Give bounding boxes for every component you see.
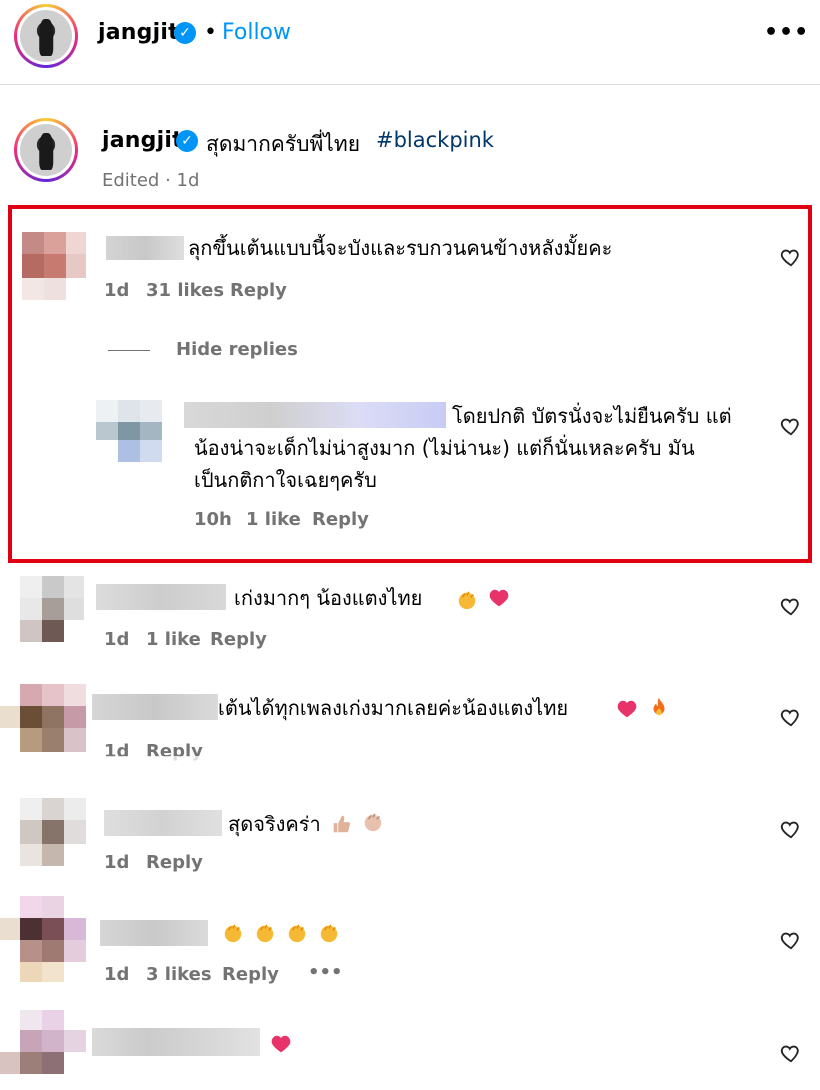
reply-name-blurred[interactable] (184, 402, 446, 428)
reply-button[interactable]: Reply (222, 964, 279, 985)
reply-text-line-3: เป็นกติกาใจเฉยๆครับ (194, 468, 377, 492)
comment-likes[interactable]: 31 likes (146, 280, 224, 301)
follow-button[interactable]: Follow (222, 20, 291, 45)
comment-text: ลุกขึ้นเต้นแบบนี้จะบังและรบกวนคนข้างหลัง… (188, 236, 613, 260)
comment-text: เต้นได้ทุกเพลงเก่งมากเลยค่ะน้องแตงไทย (218, 696, 569, 720)
comment-time: 1d (104, 964, 130, 985)
hide-replies-button[interactable]: Hide replies (176, 339, 298, 360)
like-heart-icon[interactable] (780, 1042, 802, 1064)
verified-icon: ✓ (176, 130, 198, 152)
blur-overlay (100, 756, 210, 778)
heart-emoji-icon (271, 1035, 291, 1053)
comment-avatar[interactable] (0, 1010, 90, 1090)
comment-avatar[interactable] (0, 896, 90, 982)
clapping-hands-icon (364, 813, 382, 832)
caption-username[interactable]: jangjit (102, 128, 183, 153)
comment-time: 1d (104, 629, 130, 650)
reply-button[interactable]: Reply (146, 852, 203, 873)
reply-button[interactable]: Reply (230, 280, 287, 301)
verified-icon: ✓ (174, 22, 196, 44)
comment-avatar[interactable] (20, 576, 84, 642)
comment-avatar[interactable] (0, 684, 86, 754)
commenter-name-blurred[interactable] (104, 810, 222, 836)
comment-time: 1d (104, 852, 130, 873)
like-heart-icon[interactable] (780, 595, 802, 617)
comment-avatar[interactable] (20, 798, 86, 868)
like-heart-icon[interactable] (780, 706, 802, 728)
commenter-name-blurred[interactable] (100, 920, 208, 946)
caption-text: สุดมากครับพี่ไทย (206, 132, 361, 156)
caption-hashtag[interactable]: #blackpink (376, 128, 494, 152)
heart-emoji-icon (489, 589, 509, 607)
reply-likes[interactable]: 1 like (246, 509, 301, 530)
commenter-name-blurred[interactable] (96, 584, 226, 610)
reply-avatar[interactable] (96, 400, 162, 464)
clapping-hands-icon (320, 924, 338, 943)
reply-text-line-2: น้องน่าจะเด็กไม่น่าสูงมาก (ไม่น่านะ) แต่… (194, 436, 695, 460)
commenter-name-blurred[interactable] (106, 236, 184, 260)
reply-text-line-1: โดยปกติ บัตรนั่งจะไม่ยืนครับ แต่ (452, 404, 732, 428)
heart-emoji-icon (617, 700, 637, 718)
clapping-hands-icon (288, 924, 306, 943)
comment-more-icon[interactable]: ••• (308, 962, 343, 983)
header-username[interactable]: jangjit (98, 20, 179, 45)
caption-avatar[interactable] (14, 118, 78, 182)
fire-icon (653, 697, 665, 716)
like-heart-icon[interactable] (780, 818, 802, 840)
comment-time: 1d (104, 280, 130, 301)
like-heart-icon[interactable] (780, 246, 802, 268)
comment-text: เก่งมากๆ น้องแตงไทย (234, 586, 423, 610)
reply-button[interactable]: Reply (312, 509, 369, 530)
reply-time: 10h (194, 509, 232, 530)
clapping-hands-icon (458, 591, 476, 610)
comment-avatar[interactable] (22, 232, 86, 300)
comment-likes[interactable]: 3 likes (146, 964, 212, 985)
commenter-name-blurred[interactable] (92, 694, 218, 720)
more-options-icon[interactable]: ••• (764, 20, 809, 45)
caption-meta: Edited · 1d (102, 170, 200, 191)
thumbs-up-icon (333, 815, 350, 833)
hide-replies-line (108, 350, 150, 351)
clapping-hands-icon (224, 924, 242, 943)
clapping-hands-icon (256, 924, 274, 943)
reply-button[interactable]: Reply (210, 629, 267, 650)
header-separator: • (204, 20, 217, 45)
comment-likes[interactable]: 1 like (146, 629, 201, 650)
comment-text: สุดจริงคร่า (228, 812, 321, 836)
commenter-name-blurred[interactable] (92, 1028, 260, 1056)
like-heart-icon[interactable] (780, 415, 802, 437)
like-heart-icon[interactable] (780, 929, 802, 951)
author-avatar[interactable] (14, 4, 78, 68)
header-divider (0, 84, 820, 85)
